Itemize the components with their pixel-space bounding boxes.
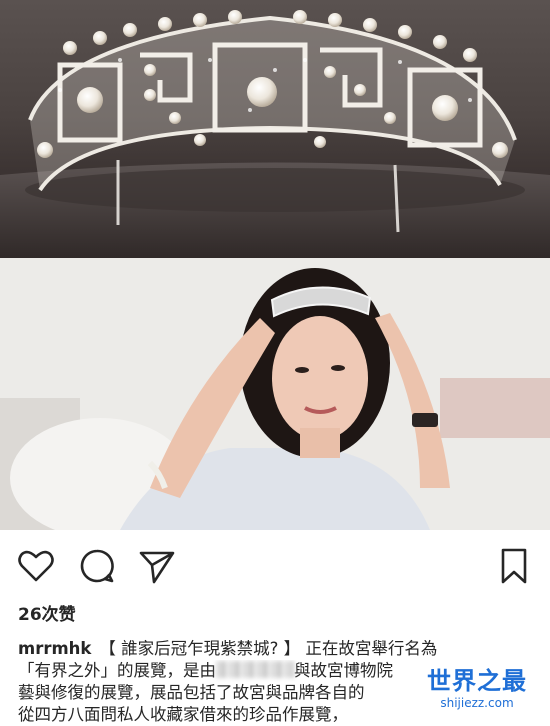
heart-icon[interactable] [16,546,56,586]
comment-icon[interactable] [77,546,117,586]
send-icon[interactable] [137,546,177,586]
caption-line-1: mrrmhk 【 誰家后冠乍現紫禁城? 】 正在故宮舉行名為 [18,638,543,660]
blurred-text [216,661,294,678]
portrait-photo [0,258,550,530]
watermark-url: shijiezz.com [440,696,514,710]
caption-text-2b: 與故宮博物院 [294,661,393,680]
tiara-illustration [0,10,550,258]
site-watermark: 世界之最 shijiezz.com [412,661,542,710]
caption-text-1: 【 誰家后冠乍現紫禁城? 】 正在故宮舉行名為 [99,639,438,658]
bookmark-icon[interactable] [494,546,534,586]
watermark-title: 世界之最 [427,667,527,695]
post-action-bar [0,540,550,596]
username[interactable]: mrrmhk [18,639,91,658]
tiara-photo [0,0,550,258]
portrait-illustration [0,258,550,530]
likes-count[interactable]: 26次赞 [18,600,76,625]
caption-text-2a: 「有界之外」的展覽，是由 [18,661,216,680]
